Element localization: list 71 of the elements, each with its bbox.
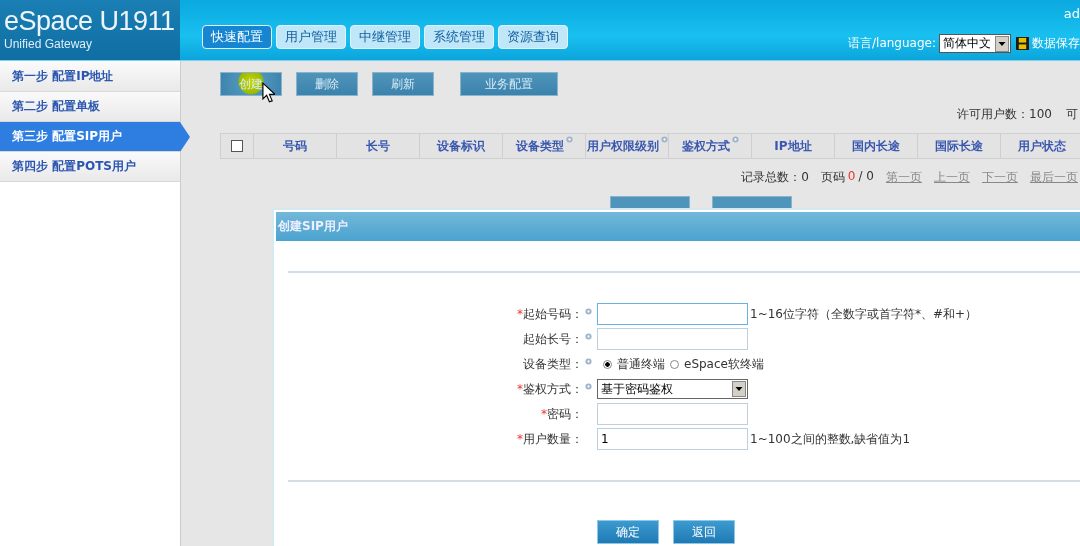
nav-tab[interactable]: 用户管理	[276, 25, 346, 49]
help-icon[interactable]	[585, 357, 592, 365]
save-data-link[interactable]: 数据保存	[1032, 35, 1080, 52]
radio-label[interactable]: eSpace软终端	[684, 355, 764, 373]
column-header: 设备类型	[515, 137, 564, 155]
required-mark: *	[541, 407, 547, 421]
field-hint: 1~16位字符（全数字或首字符*、#和+）	[750, 305, 978, 323]
page-total: / 0	[858, 169, 874, 185]
field-label: 用户数量：	[523, 430, 583, 448]
field-label: 设备类型：	[523, 355, 583, 373]
column-header: 鉴权方式	[681, 137, 730, 155]
sidebar-item[interactable]: 第四步 配置POTS用户	[0, 152, 180, 182]
select-all-checkbox[interactable]	[231, 140, 243, 152]
user-name[interactable]: ad	[1063, 6, 1080, 21]
language-label: 语言/language:	[848, 35, 936, 52]
nav-tab[interactable]: 系统管理	[424, 25, 494, 49]
logo-subtitle: Unified Gateway	[4, 37, 94, 51]
help-icon[interactable]	[660, 136, 668, 143]
nav-tab[interactable]: 资源查询	[498, 25, 568, 49]
page-link[interactable]: 下一页	[982, 169, 1018, 186]
column-header: IP地址	[774, 137, 812, 155]
required-mark: *	[517, 432, 523, 446]
help-icon[interactable]	[565, 136, 573, 143]
dialog-button[interactable]: 确定	[597, 520, 659, 544]
dialog-title: 创建SIP用户	[278, 218, 348, 235]
input-field[interactable]	[597, 328, 748, 350]
record-total: 记录总数：0	[741, 169, 809, 186]
sidebar-item[interactable]: 第一步 配置IP地址	[0, 62, 180, 92]
dialog-button[interactable]: 返回	[673, 520, 735, 544]
column-header: 设备标识	[437, 137, 485, 155]
help-icon[interactable]	[585, 332, 592, 340]
column-header: 号码	[283, 137, 307, 155]
radio-button[interactable]	[670, 359, 679, 369]
help-icon[interactable]	[585, 382, 592, 390]
radio-label[interactable]: 普通终端	[617, 355, 665, 373]
toolbar-button[interactable]: 业务配置	[460, 72, 558, 96]
column-header: 用户权限级别	[586, 137, 659, 155]
sidebar-item[interactable]: 第二步 配置单板	[0, 92, 180, 122]
license-text: 可	[1066, 106, 1078, 123]
help-icon[interactable]	[585, 307, 592, 315]
nav-tab[interactable]: 快速配置	[202, 25, 272, 49]
field-label: 鉴权方式：	[523, 380, 583, 398]
license-text: 许可用户数：100	[957, 106, 1052, 123]
language-select[interactable]: 简体中文	[939, 34, 1011, 53]
input-field[interactable]	[597, 403, 748, 425]
page-link[interactable]: 上一页	[934, 169, 970, 186]
nav-tab[interactable]: 中继管理	[350, 25, 420, 49]
input-field[interactable]: 1	[597, 428, 748, 450]
field-label: 起始长号：	[523, 330, 583, 348]
mouse-cursor-icon	[262, 82, 275, 103]
field-label: 起始号码：	[523, 305, 583, 323]
field-hint: 1~100之间的整数,缺省值为1	[750, 430, 911, 448]
column-header: 长号	[366, 137, 390, 155]
toolbar-button[interactable]: 删除	[296, 72, 358, 96]
logo-title: eSpace U1911	[4, 6, 176, 37]
page-current: 0	[847, 169, 856, 185]
required-mark: *	[517, 382, 523, 396]
toolbar-button[interactable]: 刷新	[372, 72, 434, 96]
help-icon[interactable]	[731, 136, 739, 143]
column-header: 国内长途	[852, 137, 900, 155]
input-field[interactable]	[597, 303, 748, 325]
page-label: 页码	[820, 169, 845, 186]
page-link[interactable]: 最后一页	[1030, 169, 1078, 186]
field-label: 密码：	[547, 405, 583, 423]
column-header: 用户状态	[1018, 137, 1066, 155]
sidebar-item[interactable]: 第三步 配置SIP用户	[0, 122, 190, 152]
required-mark: *	[517, 307, 523, 321]
page-link[interactable]: 第一页	[886, 169, 922, 186]
select-field[interactable]: 基于密码鉴权	[597, 379, 748, 399]
radio-button[interactable]	[603, 359, 612, 369]
column-header: 国际长途	[935, 137, 983, 155]
